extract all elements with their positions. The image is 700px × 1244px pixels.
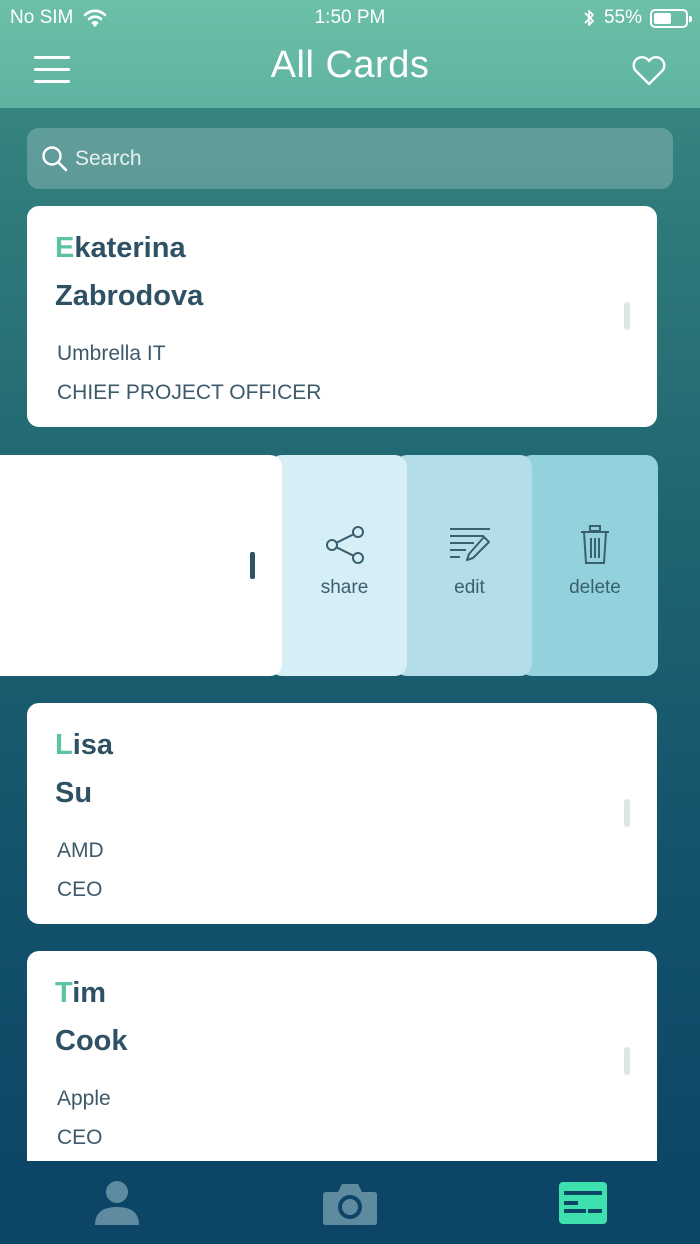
search-icon [42,146,68,172]
swiped-card-row: share edit delete [0,455,658,676]
status-bar: No SIM 1:50 PM 55% [0,0,700,36]
tab-bar [0,1161,700,1244]
tab-profile[interactable] [0,1161,233,1244]
card-handle [624,302,630,330]
last-name: Zabrodova [55,280,204,312]
cards-icon [558,1181,607,1224]
contact-card[interactable]: Lisa Su AMD CEO [27,703,657,924]
job-title: CEO [57,878,103,901]
page-title: All Cards [270,44,430,86]
contact-card[interactable]: Tim Cook Apple CEO [27,951,657,1172]
search-input[interactable] [75,128,655,189]
trash-icon [581,525,609,564]
first-name-rest: im [72,977,107,1009]
first-name-rest: katerina [74,232,186,264]
first-name-initial: L [55,729,73,761]
first-name: Ekaterina [55,232,186,265]
company-name: Apple [57,1087,111,1110]
first-name: Lisa [55,729,113,762]
person-icon [94,1180,139,1225]
job-title: CHIEF PROJECT OFFICER [57,381,322,404]
battery-icon [650,8,692,28]
first-name: Tim [55,977,106,1010]
company-name: AMD [57,839,104,862]
first-name-initial: E [55,232,75,264]
share-icon [325,526,364,564]
edit-button[interactable]: edit [395,455,532,676]
last-name: Su [55,777,93,809]
company-name: Umbrella IT [57,342,166,365]
first-name-rest: isa [72,729,114,761]
battery-fill [654,12,671,24]
card-handle [624,1047,630,1075]
header: No SIM 1:50 PM 55% All Cards [0,0,700,108]
swiped-card[interactable] [0,455,282,676]
delete-button[interactable]: delete [520,455,658,676]
last-name: Cook [55,1025,128,1057]
heart-icon[interactable] [630,54,668,88]
share-button[interactable]: share [270,455,407,676]
share-label: share [320,577,369,598]
edit-label: edit [454,577,485,598]
first-name-initial: T [55,977,73,1009]
drag-handle[interactable] [250,552,255,579]
bluetooth-icon [584,10,594,26]
camera-icon [322,1183,377,1225]
card-handle [624,799,630,827]
edit-icon [449,528,490,561]
delete-label: delete [569,577,621,598]
tab-camera[interactable] [233,1161,466,1244]
job-title: CEO [57,1126,103,1149]
battery-percent: 55% [603,7,642,28]
contact-card[interactable]: Ekaterina Zabrodova Umbrella IT CHIEF PR… [27,206,657,427]
search-bar[interactable] [27,128,673,189]
tab-cards[interactable] [466,1161,699,1244]
